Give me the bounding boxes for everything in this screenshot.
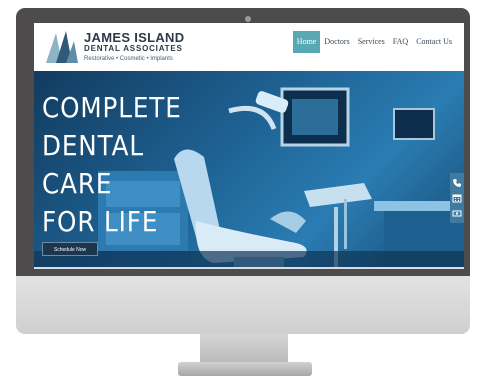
phone-icon[interactable] <box>452 178 462 188</box>
monitor-stand-foot <box>178 362 312 376</box>
floating-contact-bar <box>450 173 464 223</box>
schedule-now-button[interactable]: Schedule Now <box>42 242 98 256</box>
monitor-chin <box>16 276 470 334</box>
nav-doctors[interactable]: Doctors <box>320 31 353 53</box>
webcam-dot <box>245 16 251 22</box>
hero-bottom-strip <box>34 267 464 269</box>
sail-logo-icon[interactable] <box>44 29 80 65</box>
calendar-icon[interactable] <box>452 193 462 203</box>
hero-banner: COMPLETE DENTAL CARE FOR LIFE Schedule N… <box>34 71 464 267</box>
nav-faq[interactable]: FAQ <box>389 31 412 53</box>
nav-services[interactable]: Services <box>354 31 389 53</box>
website-screen: JAMES ISLAND DENTAL ASSOCIATES Restorati… <box>34 23 464 269</box>
logo-subtitle: DENTAL ASSOCIATES <box>84 44 183 53</box>
main-nav: Home Doctors Services FAQ Contact Us <box>292 31 456 53</box>
hero-title: COMPLETE DENTAL CARE FOR LIFE <box>42 91 182 238</box>
monitor-stand-neck <box>200 334 288 364</box>
nav-home[interactable]: Home <box>292 31 321 53</box>
logo-tagline: Restorative • Cosmetic • Implants <box>84 56 173 62</box>
site-header: JAMES ISLAND DENTAL ASSOCIATES Restorati… <box>34 23 464 71</box>
money-icon[interactable] <box>452 208 462 218</box>
logo-title: JAMES ISLAND <box>84 30 185 45</box>
nav-contact-us[interactable]: Contact Us <box>412 31 456 53</box>
